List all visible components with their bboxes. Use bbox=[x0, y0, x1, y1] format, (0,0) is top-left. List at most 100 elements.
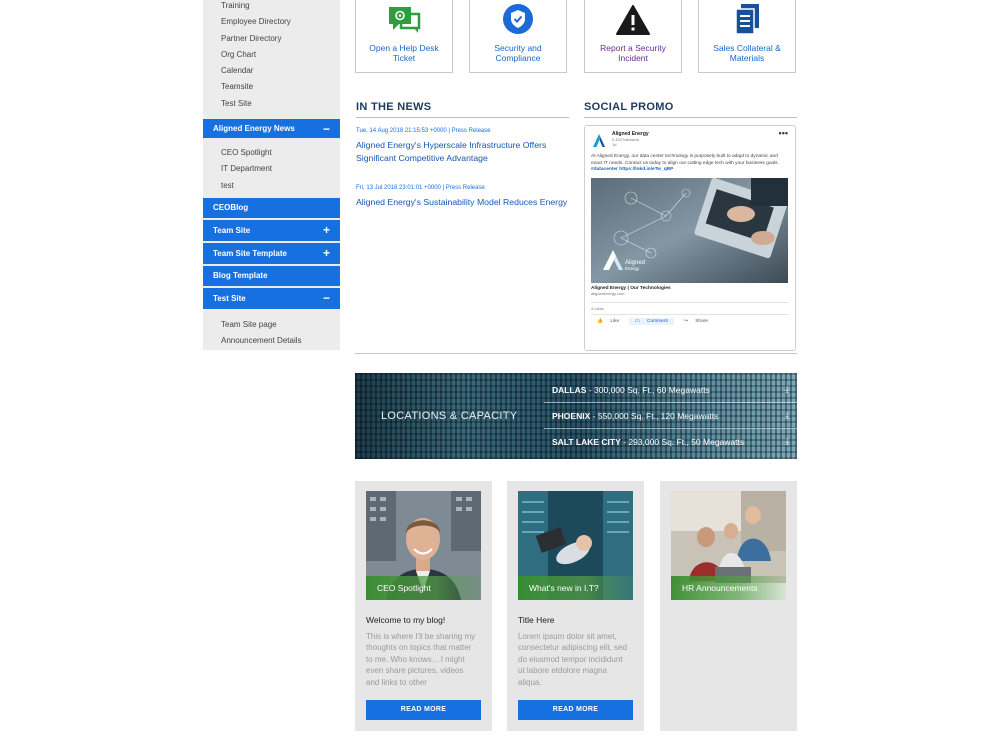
linkedin-post: Aligned Energy 2,422 followers 1d ••• At… bbox=[584, 125, 796, 351]
sidebar-link-partner-directory[interactable]: Partner Directory bbox=[203, 31, 340, 47]
card-image[interactable]: CEO Spotlight bbox=[366, 491, 481, 600]
comment-button[interactable]: ▭ Comment bbox=[629, 317, 674, 325]
post-actions: 👍 Like ▭ Comment ↪ Share bbox=[591, 313, 789, 325]
sidebar-section-label: Test Site bbox=[213, 293, 246, 303]
location-row-salt-lake-city[interactable]: SALT LAKE CITY - 293,000 Sq. Ft., 50 Meg… bbox=[544, 429, 797, 454]
card-title[interactable]: Title Here bbox=[518, 615, 555, 625]
location-row-phoenix[interactable]: PHOENIX - 550,000 Sq. Ft., 120 Megawatts… bbox=[544, 403, 797, 428]
download-icon[interactable]: ⤓ bbox=[785, 410, 789, 421]
sidebar-link-employee-directory[interactable]: Employee Directory bbox=[203, 14, 340, 30]
post-text: At Aligned Energy, our data center techn… bbox=[591, 154, 789, 174]
post-image[interactable]: Aligned Energy bbox=[591, 177, 788, 283]
sidebar-link-teamsite[interactable]: Teamsite bbox=[203, 79, 340, 95]
location-text: SALT LAKE CITY - 293,000 Sq. Ft., 50 Meg… bbox=[552, 437, 744, 447]
collapse-icon[interactable]: − bbox=[323, 123, 330, 135]
location-detail: - 293,000 Sq. Ft., 50 Megawatts bbox=[620, 436, 745, 447]
card-image[interactable]: HR Announcements bbox=[671, 491, 786, 600]
sidebar-link-test-site[interactable]: Test Site bbox=[203, 96, 340, 112]
sidebar-link-it-department[interactable]: IT Department bbox=[203, 161, 340, 177]
sidebar-nav: Training Employee Directory Partner Dire… bbox=[203, 0, 340, 350]
location-city: SALT LAKE CITY bbox=[552, 436, 621, 447]
news-meta: Fri, 13 Jul 2018 23:01:01 +0000 | Press … bbox=[356, 185, 485, 191]
banner-title: LOCATIONS & CAPACITY bbox=[381, 410, 518, 422]
sidebar-section-ceoblog[interactable]: CEOBlog bbox=[203, 197, 340, 220]
read-more-button[interactable]: READ MORE bbox=[518, 700, 633, 720]
sidebar-section-label: Team Site bbox=[213, 225, 251, 235]
news-heading: IN THE NEWS bbox=[356, 101, 569, 118]
news-article-link[interactable]: Aligned Energy's Sustainability Model Re… bbox=[356, 196, 569, 209]
expand-icon[interactable]: + bbox=[323, 247, 330, 259]
read-more-button[interactable]: READ MORE bbox=[366, 700, 481, 720]
help-desk-chat-icon bbox=[356, 0, 452, 35]
card-tag: CEO Spotlight bbox=[366, 576, 481, 600]
post-link-url: alignedenergy.com bbox=[591, 290, 625, 296]
card-whats-new-it: What's new in I.T? Title Here Lorem ipsu… bbox=[507, 481, 644, 731]
location-city: DALLAS bbox=[552, 384, 587, 395]
sidebar-section-label: Blog Template bbox=[213, 271, 268, 281]
card-image[interactable]: What's new in I.T? bbox=[518, 491, 633, 600]
download-icon[interactable]: ⤓ bbox=[785, 384, 789, 395]
sidebar-link-training[interactable]: Training bbox=[203, 0, 340, 14]
news-meta: Tue, 14 Aug 2018 21:15:53 +0000 | Press … bbox=[356, 128, 491, 134]
sidebar-section-aligned-energy-news[interactable]: Aligned Energy News − bbox=[203, 119, 340, 141]
card-tag: What's new in I.T? bbox=[518, 576, 633, 600]
tile-label: Open a Help Desk Ticket bbox=[369, 43, 439, 63]
location-detail: - 300,000 Sq. Ft., 60 Megawatts bbox=[586, 384, 710, 395]
location-detail: - 550,000 Sq. Ft., 120 Megawatts bbox=[590, 410, 719, 421]
comment-icon: ▭ bbox=[635, 318, 640, 324]
sidebar-section-team-site[interactable]: Team Site + bbox=[203, 219, 340, 243]
sidebar-link-ceo-spotlight[interactable]: CEO Spotlight bbox=[203, 145, 340, 161]
sidebar-test-site-links: Team Site page Announcement Details bbox=[203, 311, 340, 350]
post-hashtag[interactable]: #datacenter bbox=[591, 167, 618, 172]
comment-label: Comment bbox=[647, 318, 668, 324]
post-age: 1d bbox=[612, 142, 617, 147]
download-icon[interactable]: ⤓ bbox=[785, 436, 789, 447]
sidebar-link-test[interactable]: test bbox=[203, 178, 340, 194]
post-short-link[interactable]: https://lnkd.in/eTw_qBP bbox=[619, 167, 673, 172]
sidebar-section-blog-template[interactable]: Blog Template bbox=[203, 265, 340, 288]
tile-report-incident[interactable]: Report a Security Incident bbox=[584, 0, 682, 73]
company-logo-icon bbox=[593, 134, 605, 147]
expand-icon[interactable]: + bbox=[323, 224, 330, 236]
tile-label: Report a Security Incident bbox=[600, 43, 666, 63]
card-hr-announcements: HR Announcements bbox=[660, 481, 797, 731]
sidebar-section-label: Aligned Energy News bbox=[213, 124, 295, 134]
like-label: Like bbox=[610, 318, 620, 324]
card-tag: HR Announcements bbox=[671, 576, 786, 600]
location-text: PHOENIX - 550,000 Sq. Ft., 120 Megawatts bbox=[552, 411, 718, 421]
shield-check-icon bbox=[470, 0, 566, 35]
sidebar-link-announcement-details[interactable]: Announcement Details bbox=[203, 333, 340, 349]
location-row-dallas[interactable]: DALLAS - 300,000 Sq. Ft., 60 Megawatts ⤓ bbox=[544, 377, 797, 402]
tile-label: Security and Compliance bbox=[494, 43, 542, 63]
like-button[interactable]: 👍 Like bbox=[591, 318, 625, 325]
sidebar-section-label: Team Site Template bbox=[213, 248, 287, 258]
location-city: PHOENIX bbox=[552, 410, 591, 421]
more-options-icon[interactable]: ••• bbox=[779, 128, 788, 138]
card-title[interactable]: Welcome to my blog! bbox=[366, 615, 445, 625]
share-label: Share bbox=[695, 318, 709, 324]
documents-icon bbox=[699, 0, 795, 35]
tile-label: Sales Collateral & Materials bbox=[713, 43, 781, 63]
post-likes[interactable]: 4 Likes bbox=[591, 301, 789, 311]
sidebar-section-team-site-template[interactable]: Team Site Template + bbox=[203, 242, 340, 266]
social-promo-section: SOCIAL PROMO Aligned Energy 2,422 follow… bbox=[584, 101, 797, 351]
location-text: DALLAS - 300,000 Sq. Ft., 60 Megawatts bbox=[552, 385, 710, 395]
tile-sales-collateral[interactable]: Sales Collateral & Materials bbox=[698, 0, 796, 73]
sidebar-news-links: CEO Spotlight IT Department test bbox=[203, 140, 340, 198]
tile-help-desk[interactable]: Open a Help Desk Ticket bbox=[355, 0, 453, 73]
sidebar-link-calendar[interactable]: Calendar bbox=[203, 63, 340, 79]
share-button[interactable]: ↪ Share bbox=[678, 318, 714, 325]
sidebar-link-org-chart[interactable]: Org Chart bbox=[203, 47, 340, 63]
tile-security-compliance[interactable]: Security and Compliance bbox=[469, 0, 567, 73]
card-text: Lorem ipsum dolor sit amet, consectetur … bbox=[518, 632, 627, 687]
collapse-icon[interactable]: − bbox=[323, 292, 330, 304]
news-article-link[interactable]: Aligned Energy's Hyperscale Infrastructu… bbox=[356, 139, 569, 164]
sidebar-link-team-site-page[interactable]: Team Site page bbox=[203, 317, 340, 333]
card-text: This is where I'll be sharing my thought… bbox=[366, 632, 476, 687]
warning-triangle-icon bbox=[585, 0, 681, 35]
sidebar-section-test-site[interactable]: Test Site − bbox=[203, 287, 340, 311]
post-image-logo-sub: Energy bbox=[625, 266, 640, 271]
section-divider bbox=[355, 353, 797, 354]
thumbs-up-icon: 👍 bbox=[597, 318, 603, 324]
share-icon: ↪ bbox=[683, 318, 688, 324]
